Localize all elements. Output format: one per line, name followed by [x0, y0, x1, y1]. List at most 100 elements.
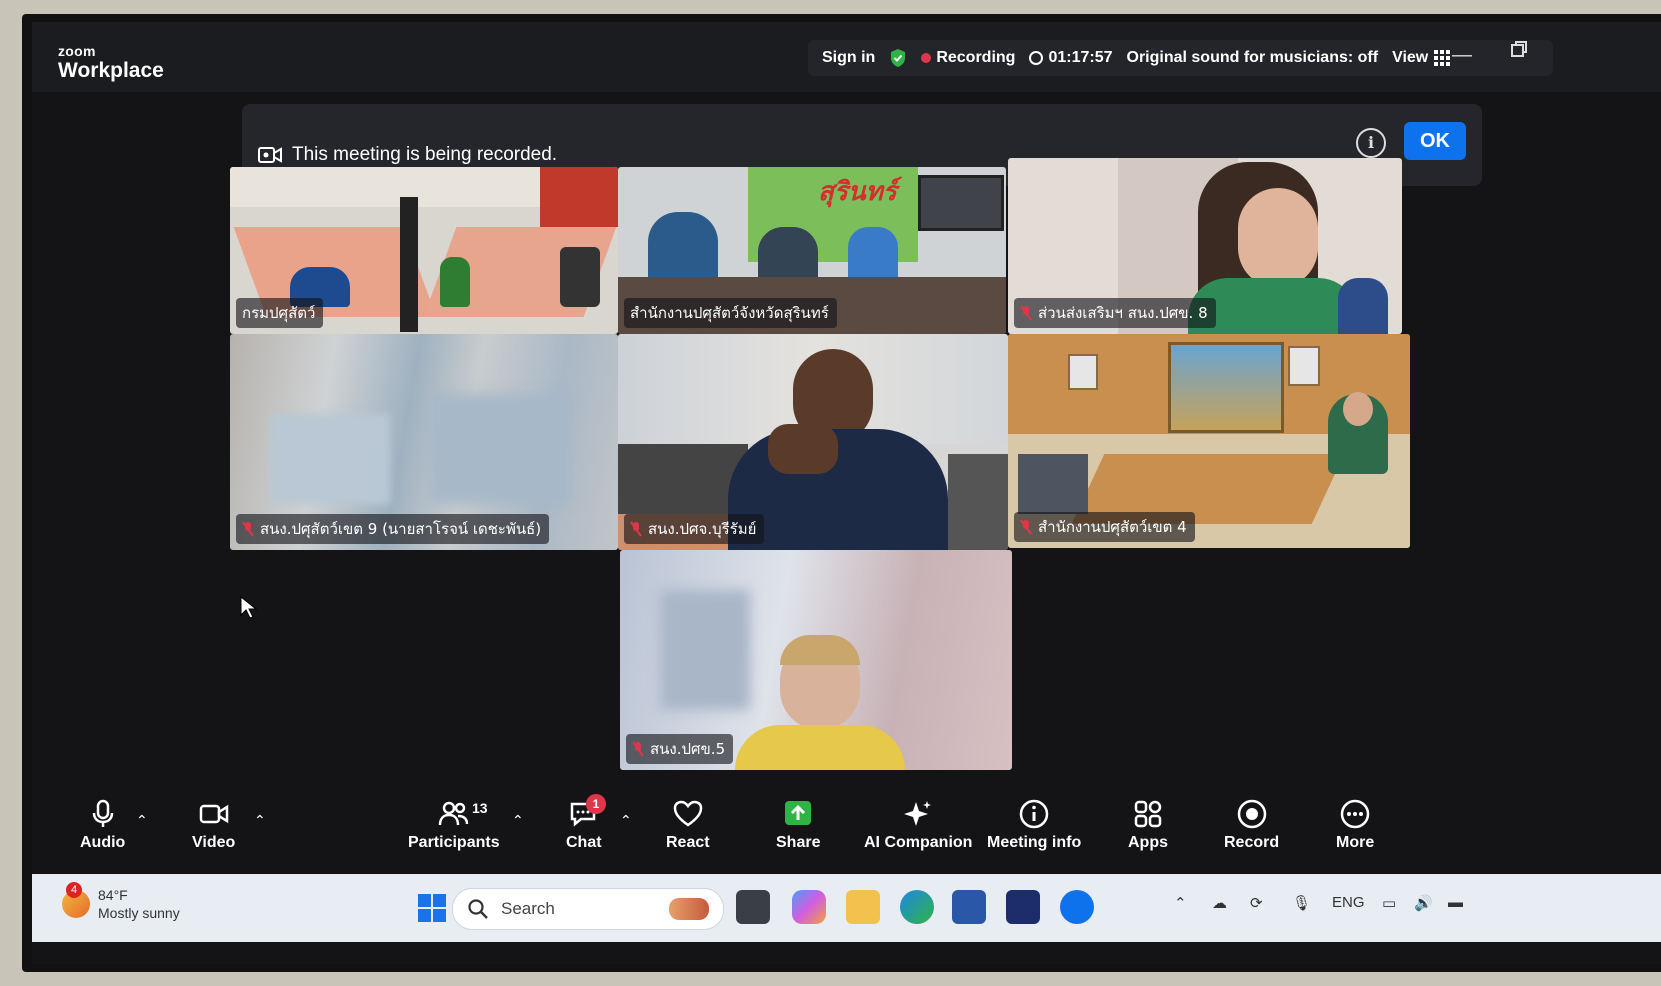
video-tile-6[interactable]: สำนักงานปศุสัตว์เขต 4	[1008, 334, 1410, 548]
weather-sun-icon: 4	[62, 882, 90, 919]
sync-icon[interactable]: ⟳	[1250, 894, 1263, 912]
file-explorer-icon[interactable]	[846, 890, 880, 924]
participants-count: 13	[472, 800, 488, 816]
task-view-icon[interactable]	[736, 890, 770, 924]
video-tile-3[interactable]: ส่วนส่งเสริมฯ สนง.ปศข. 8	[1008, 158, 1402, 334]
battery-icon[interactable]: ▬	[1448, 894, 1463, 911]
participants-button[interactable]: Participants 13	[408, 798, 500, 852]
view-button[interactable]: View	[1392, 49, 1451, 67]
video-tile-5[interactable]: สนง.ปศจ.บุรีรัมย์	[618, 334, 1008, 550]
view-label: View	[1392, 49, 1429, 66]
brand-small: zoom	[58, 43, 96, 59]
zoom-logo: zoom Workplace	[58, 44, 164, 81]
zoom-window: zoom Workplace Sign in Recording 01:17:5…	[32, 22, 1661, 964]
audio-options-chevron-icon[interactable]: ⌃	[136, 812, 148, 829]
tile-label: สนง.ปศข.5	[626, 734, 734, 764]
search-icon	[468, 899, 488, 919]
weather-condition: Mostly sunny	[98, 905, 180, 922]
share-screen-icon	[785, 801, 812, 825]
record-icon	[1237, 799, 1266, 829]
elapsed-time: 01:17:57	[1048, 49, 1113, 66]
recording-camera-icon	[258, 147, 282, 163]
temperature: 84°F	[98, 887, 128, 903]
recording-indicator[interactable]: Recording	[921, 49, 1015, 67]
video-tile-4[interactable]: สนง.ปศุสัตว์เขต 9 (นายสาโรจน์ เดชะพันธ์)	[230, 334, 618, 550]
windows-start-icon[interactable]	[418, 894, 446, 922]
tile-label: สำนักงานปศุสัตว์เขต 4	[1014, 512, 1195, 542]
recording-dot-icon	[921, 53, 932, 63]
onedrive-cloud-icon[interactable]: ☁	[1212, 894, 1227, 912]
sign-in-button[interactable]: Sign in	[822, 49, 875, 67]
microphone-icon	[92, 799, 113, 827]
mic-off-icon	[630, 521, 642, 537]
clock-icon	[1029, 51, 1044, 65]
meeting-timer: 01:17:57	[1029, 49, 1113, 67]
chat-unread-badge: 1	[586, 794, 606, 814]
participants-options-chevron-icon[interactable]: ⌃	[512, 812, 524, 829]
language-indicator[interactable]: ENG	[1332, 894, 1365, 911]
volume-icon[interactable]: 🔊	[1414, 894, 1433, 912]
video-options-chevron-icon[interactable]: ⌃	[254, 812, 266, 829]
meeting-toolbar: Audio ⌃ Video ⌃ Participants 13 ⌃ Chat 1…	[32, 790, 1661, 872]
monitor-frame: zoom Workplace Sign in Recording 01:17:5…	[22, 14, 1661, 972]
encryption-shield-icon[interactable]	[889, 48, 907, 68]
mic-off-icon	[242, 521, 254, 537]
weather-widget[interactable]: 4 84°F Mostly sunny	[62, 882, 180, 922]
tile-label: สนง.ปศจ.บุรีรัมย์	[624, 514, 765, 544]
video-tile-1[interactable]: กรมปศุสัตว์	[230, 167, 618, 334]
edge-browser-icon[interactable]	[900, 890, 934, 924]
restore-icon[interactable]	[1510, 40, 1528, 64]
video-tile-2[interactable]: สุรินทร์ สำนักงานปศุสัตว์จังหวัดสุรินทร์	[618, 167, 1006, 334]
info-circle-icon	[1019, 799, 1049, 829]
sparkle-icon	[904, 801, 932, 826]
minimize-icon[interactable]: —	[1452, 44, 1472, 67]
sign-text: สุรินทร์	[818, 176, 897, 206]
meeting-info-button[interactable]: Meeting info	[987, 798, 1081, 852]
heart-icon	[673, 800, 703, 827]
tile-label: กรมปศุสัตว์	[236, 298, 324, 328]
apps-button[interactable]: Apps	[1128, 798, 1168, 852]
tray-microphone-icon[interactable]: 🎙	[1292, 894, 1311, 912]
record-button[interactable]: Record	[1224, 798, 1279, 852]
ok-button[interactable]: OK	[1404, 122, 1466, 160]
more-button[interactable]: More	[1336, 798, 1374, 852]
grid-view-icon	[1434, 50, 1451, 66]
recording-label: Recording	[936, 49, 1016, 66]
taskbar-search[interactable]: Search	[452, 888, 724, 930]
info-icon[interactable]: i	[1356, 128, 1386, 158]
video-tile-7[interactable]: สนง.ปศข.5	[620, 550, 1012, 770]
recording-notice-text: This meeting is being recorded.	[292, 144, 558, 165]
webex-icon[interactable]	[1006, 890, 1040, 924]
copilot-icon[interactable]	[792, 890, 826, 924]
ai-companion-button[interactable]: AI Companion	[864, 798, 972, 852]
tile-label: สำนักงานปศุสัตว์จังหวัดสุรินทร์	[624, 298, 837, 328]
share-button[interactable]: Share	[776, 798, 820, 852]
chat-options-chevron-icon[interactable]: ⌃	[620, 812, 632, 829]
mic-off-icon	[632, 741, 644, 757]
windows-taskbar: 4 84°F Mostly sunny Search ⌃ ☁ ⟳ 🎙 ENG ▭…	[32, 874, 1661, 942]
search-label: Search	[501, 899, 555, 918]
apps-icon	[1134, 800, 1162, 828]
more-dots-icon	[1340, 799, 1370, 829]
weather-badge: 4	[66, 882, 82, 899]
mic-off-icon	[1020, 305, 1032, 321]
brand-big: Workplace	[58, 59, 164, 82]
tile-label: สนง.ปศุสัตว์เขต 9 (นายสาโรจน์ เดชะพันธ์)	[236, 514, 550, 544]
react-button[interactable]: React	[666, 798, 710, 852]
tray-expand-chevron-icon[interactable]: ⌃	[1174, 894, 1187, 912]
audio-button[interactable]: Audio	[80, 798, 125, 852]
video-camera-icon	[199, 804, 228, 824]
video-button[interactable]: Video	[192, 798, 235, 852]
mic-off-icon	[1020, 519, 1032, 535]
title-bar: zoom Workplace Sign in Recording 01:17:5…	[32, 22, 1661, 92]
search-highlight-icon	[669, 898, 709, 920]
network-icon[interactable]: ▭	[1382, 894, 1396, 912]
original-sound-status[interactable]: Original sound for musicians: off	[1127, 49, 1379, 67]
participants-icon	[438, 801, 469, 826]
zoom-taskbar-icon[interactable]	[1060, 890, 1094, 924]
meeting-status-bar: Sign in Recording 01:17:57 Original soun…	[808, 40, 1553, 76]
tile-label: ส่วนส่งเสริมฯ สนง.ปศข. 8	[1014, 298, 1216, 328]
mouse-cursor-icon	[240, 596, 258, 619]
microsoft-store-icon[interactable]	[952, 890, 986, 924]
chat-button[interactable]: Chat 1	[566, 794, 606, 852]
